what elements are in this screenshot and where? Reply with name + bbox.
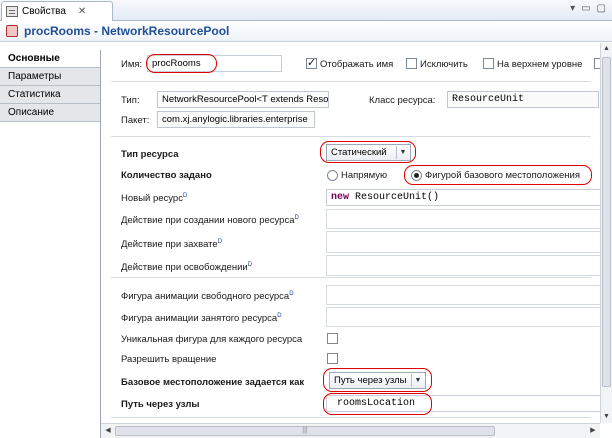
scroll-left-icon[interactable]: ◀ [102,425,114,437]
node-path-highlight [323,393,432,415]
busy-shape-label: Фигура анимации занятого ресурсаD [121,313,282,324]
properties-content: Имя: procRooms Отображать имя Исключить … [101,43,612,438]
vertical-scrollbar[interactable]: ▲ ▼ [600,43,612,423]
view-titlebar: Свойства ✕ ▾ ▭ ▢ [0,0,612,21]
allow-rotation-checkbox[interactable] [327,353,338,364]
name-label: Имя: [121,59,143,70]
unique-shape-checkbox[interactable] [327,333,338,344]
resource-pool-icon [6,25,18,37]
on-seize-code[interactable] [326,231,612,253]
type-field: NetworkResourcePool<T extends Reso [157,91,329,108]
separator [111,136,591,137]
resource-class-label: Класс ресурса: [369,95,436,106]
exclude-label: Исключить [420,59,468,70]
dynamic-marker: D [294,215,299,221]
scroll-right-icon[interactable]: ▶ [587,425,599,437]
on-seize-label: Действие при захватеD [121,239,222,250]
new-resource-code[interactable]: new ResourceUnit() [326,189,612,206]
radio-direct-label: Напрямую [341,170,388,181]
new-resource-expression: ResourceUnit() [349,192,440,203]
sidebar-item-main[interactable]: Основные [0,50,100,68]
on-create-label-text: Действие при создании нового ресурса [121,215,295,226]
node-path-label: Путь через узлы [121,399,200,410]
resource-type-highlight [320,141,416,163]
scroll-up-icon[interactable]: ▲ [601,43,612,55]
new-resource-label: Новый ресурсD [121,193,187,204]
type-label: Тип: [121,95,140,106]
on-create-code[interactable] [326,209,612,229]
quantity-label: Количество задано [121,170,212,181]
view-menu-icon[interactable]: ▾ [570,3,575,14]
show-name-label: Отображать имя [320,59,394,70]
dynamic-marker: D [182,193,188,199]
top-level-checkbox[interactable] [483,58,494,69]
radio-home-highlight [404,165,592,185]
sidebar-item-parameters[interactable]: Параметры [0,68,100,86]
busy-shape-label-text: Фигура анимации занятого ресурса [121,313,278,324]
properties-icon [6,6,18,17]
top-level-label: На верхнем уровне [497,59,583,70]
on-release-label-text: Действие при освобождении [121,262,248,273]
package-field: com.xj.anylogic.libraries.enterprise [157,111,315,128]
separator [111,277,591,278]
busy-shape-code[interactable] [326,307,612,327]
on-seize-label-text: Действие при захвате [121,239,218,250]
sidebar-item-statistics[interactable]: Статистика [0,86,100,104]
page-title: procRooms - NetworkResourcePool [24,24,230,38]
on-create-label: Действие при создании нового ресурсаD [121,215,299,226]
idle-shape-code[interactable] [326,285,612,305]
sidebar-item-description[interactable]: Описание [0,104,100,122]
show-name-checkbox[interactable] [306,56,317,69]
resource-class-field: ResourceUnit [447,91,599,108]
new-keyword: new [331,192,350,203]
horizontal-scrollbar[interactable]: ◀ ||| ▶ [101,423,600,438]
name-highlight [146,54,217,73]
radio-direct[interactable] [327,170,338,181]
horizontal-scroll-thumb[interactable]: ||| [115,426,495,436]
on-release-code[interactable] [326,255,612,276]
new-resource-label-text: Новый ресурс [121,193,183,204]
unique-shape-label: Уникальная фигура для каждого ресурса [121,334,303,345]
close-icon[interactable]: ✕ [78,6,86,17]
on-release-label: Действие при освобожденииD [121,262,252,273]
idle-shape-label: Фигура анимации свободного ресурсаD [121,291,294,302]
resource-type-label: Тип ресурса [121,149,179,160]
tab-properties[interactable]: Свойства ✕ [1,1,113,21]
tab-properties-label: Свойства [22,6,66,17]
dynamic-marker: D [289,291,294,297]
exclude-checkbox[interactable] [406,58,417,69]
scroll-down-icon[interactable]: ▼ [601,411,612,423]
window-buttons: ▾ ▭ ▢ [570,3,606,14]
maximize-icon[interactable]: ▢ [597,3,606,14]
allow-rotation-label: Разрешить вращение [121,354,217,365]
package-label: Пакет: [121,115,150,126]
dynamic-marker: D [277,313,282,319]
sidebar: Основные Параметры Статистика Описание [0,50,101,438]
properties-header: procRooms - NetworkResourcePool [0,21,612,42]
idle-shape-label-text: Фигура анимации свободного ресурса [121,291,290,302]
separator [111,417,591,418]
dynamic-marker: D [217,239,223,245]
home-location-label: Базовое местоположение задается как [121,377,305,388]
vertical-scroll-thumb[interactable] [602,57,611,387]
separator [111,81,591,82]
dynamic-marker: D [247,262,253,268]
minimize-icon[interactable]: ▭ [581,3,590,14]
home-location-highlight [323,368,432,392]
